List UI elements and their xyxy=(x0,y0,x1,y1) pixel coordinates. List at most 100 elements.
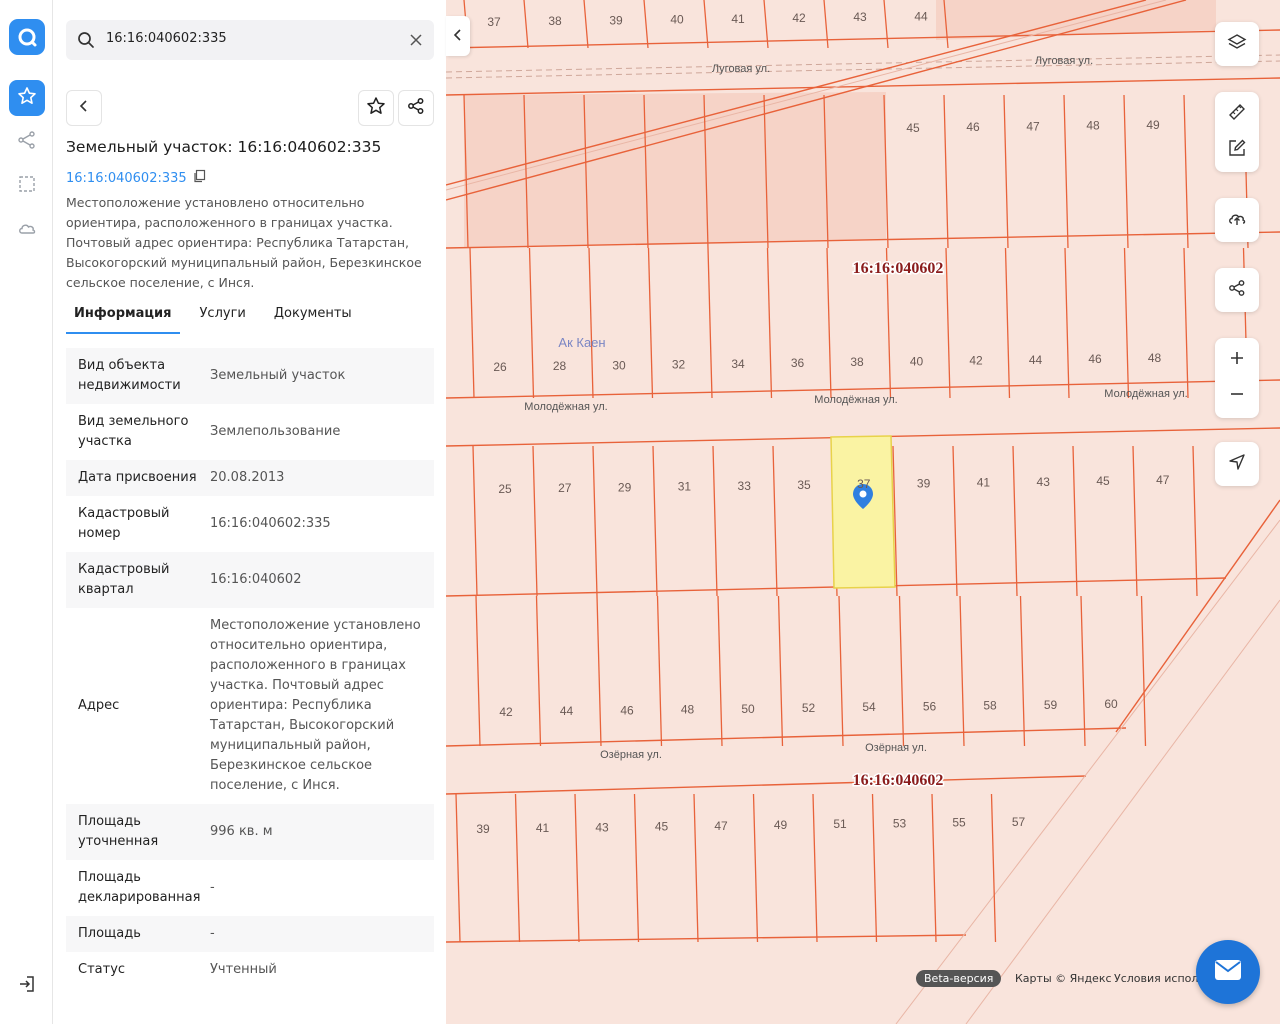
lot-number: 28 xyxy=(553,359,567,373)
street-label: Озёрная ул. xyxy=(600,749,662,761)
row-value: - xyxy=(210,880,215,895)
layers-icon xyxy=(1227,32,1247,56)
geolocation-button[interactable] xyxy=(1215,442,1259,486)
row-key: Статус xyxy=(78,962,126,977)
lot-number: 49 xyxy=(1146,118,1160,132)
ruler-icon xyxy=(1227,102,1247,126)
zoom-controls xyxy=(1215,338,1259,418)
lot-number: 50 xyxy=(741,702,755,716)
table-row: Дата присвоения 20.08.2013 xyxy=(66,460,434,496)
terms-link[interactable]: Условия испол xyxy=(1114,972,1198,985)
lot-number: 44 xyxy=(560,704,574,718)
table-row: Площадь декларированная - xyxy=(66,860,434,916)
lot-number: 39 xyxy=(609,13,623,27)
search-input[interactable]: 16:16:040602:335 xyxy=(106,31,227,46)
chevron-left-icon xyxy=(76,98,92,118)
zoom-in-button[interactable] xyxy=(1215,342,1259,378)
tab-bar: Информация Услуги Документы xyxy=(66,298,434,334)
cadastral-map[interactable]: 37 38 39 40 41 42 43 44 45 46 47 48 49 26 28 30 32 34 36 38… xyxy=(446,0,1280,1024)
row-value: Землепользование xyxy=(210,424,341,439)
cadastral-number-link[interactable]: 16:16:040602:335 xyxy=(66,171,187,186)
feedback-button[interactable] xyxy=(1196,940,1260,1004)
logout-button[interactable] xyxy=(9,968,45,1004)
street-label: Луговая ул. xyxy=(712,63,770,75)
object-title: Земельный участок: 16:16:040602:335 xyxy=(66,138,382,156)
info-panel: 16:16:040602:335 Земельный участок: 16:1… xyxy=(53,0,446,1024)
lot-number: 43 xyxy=(595,820,609,834)
favorite-button[interactable] xyxy=(358,90,394,126)
zoom-out-button[interactable] xyxy=(1215,378,1259,414)
table-row: Кадастровый квартал 16:16:040602 xyxy=(66,552,434,608)
row-value: 16:16:040602:335 xyxy=(210,516,331,531)
star-icon xyxy=(17,86,37,110)
tab-information[interactable]: Информация xyxy=(66,298,180,334)
map-copyright[interactable]: Карты © Яндекс xyxy=(1015,972,1112,985)
info-table: Вид объекта недвижимости Земельный участо… xyxy=(66,348,434,988)
collapse-panel-button[interactable] xyxy=(446,16,470,56)
back-button[interactable] xyxy=(66,90,102,126)
row-value: 20.08.2013 xyxy=(210,470,285,485)
lot-number: 39 xyxy=(917,476,931,490)
table-row: Вид объекта недвижимости Земельный участо… xyxy=(66,348,434,404)
street-label: Молодёжная ул. xyxy=(814,394,897,406)
logo-icon[interactable] xyxy=(9,19,45,55)
select-area-button[interactable] xyxy=(9,168,45,204)
search-icon xyxy=(76,30,96,54)
lot-number: 46 xyxy=(1088,352,1102,366)
lot-number: 42 xyxy=(969,354,983,368)
lot-number: 49 xyxy=(774,818,788,832)
share-icon xyxy=(1227,278,1247,302)
upload-button[interactable] xyxy=(1215,198,1259,242)
lot-number: 40 xyxy=(910,354,924,368)
star-icon xyxy=(366,96,386,120)
copy-icon[interactable] xyxy=(193,169,207,187)
share-button[interactable] xyxy=(398,90,434,126)
map-view[interactable]: 37 38 39 40 41 42 43 44 45 46 47 48 49 26 28 30 32 34 36 38… xyxy=(446,0,1280,1024)
route-button[interactable] xyxy=(9,124,45,160)
lot-number: 30 xyxy=(612,358,626,372)
lot-number: 29 xyxy=(618,480,632,494)
tab-documents[interactable]: Документы xyxy=(266,298,360,334)
selected-parcel xyxy=(830,435,896,589)
cloud-button[interactable] xyxy=(9,212,45,248)
route-icon xyxy=(17,130,37,154)
zoom-in-icon xyxy=(1228,349,1246,371)
table-row: Вид земельного участка Землепользование xyxy=(66,404,434,460)
lot-number: 45 xyxy=(906,121,920,135)
lot-number: 39 xyxy=(476,822,490,836)
lot-number: 44 xyxy=(1029,353,1043,367)
layers-button[interactable] xyxy=(1215,22,1259,66)
left-rail xyxy=(0,0,53,1024)
lot-number: 45 xyxy=(655,820,669,834)
app: 16:16:040602:335 Земельный участок: 16:1… xyxy=(0,0,1280,1024)
lot-number: 45 xyxy=(1096,474,1110,488)
search-bar[interactable]: 16:16:040602:335 xyxy=(66,20,434,60)
map-share-button[interactable] xyxy=(1215,268,1259,312)
ruler-button[interactable] xyxy=(1215,96,1259,132)
object-description: Местоположение установлено относительно … xyxy=(66,195,422,290)
cadastral-link[interactable]: 16:16:040602:335 xyxy=(66,169,207,187)
row-key: Площадь xyxy=(78,926,141,941)
lot-number: 54 xyxy=(862,700,876,714)
row-key: Адрес xyxy=(78,698,120,713)
edit-button[interactable] xyxy=(1215,132,1259,168)
favorites-button[interactable] xyxy=(9,80,45,116)
table-row: Кадастровый номер 16:16:040602:335 xyxy=(66,496,434,552)
street-label: Молодёжная ул. xyxy=(524,401,607,413)
edit-icon xyxy=(1227,138,1247,162)
row-value: Местоположение установлено относительно … xyxy=(210,618,421,793)
zoom-out-icon xyxy=(1228,385,1246,407)
lot-number: 44 xyxy=(914,9,928,23)
lot-number: 43 xyxy=(1037,475,1051,489)
lot-number: 48 xyxy=(681,703,695,717)
tab-services[interactable]: Услуги xyxy=(192,298,254,334)
close-icon[interactable] xyxy=(408,32,424,52)
cadastral-quarter-label: 16:16:040602 xyxy=(853,260,944,277)
row-value: 16:16:040602 xyxy=(210,572,302,587)
lot-number: 48 xyxy=(1086,119,1100,133)
lot-number: 41 xyxy=(977,476,991,490)
lot-number: 51 xyxy=(833,817,847,831)
lot-number: 46 xyxy=(620,703,634,717)
lot-number: 27 xyxy=(558,481,572,495)
street-label: Луговая ул. xyxy=(1035,55,1093,67)
